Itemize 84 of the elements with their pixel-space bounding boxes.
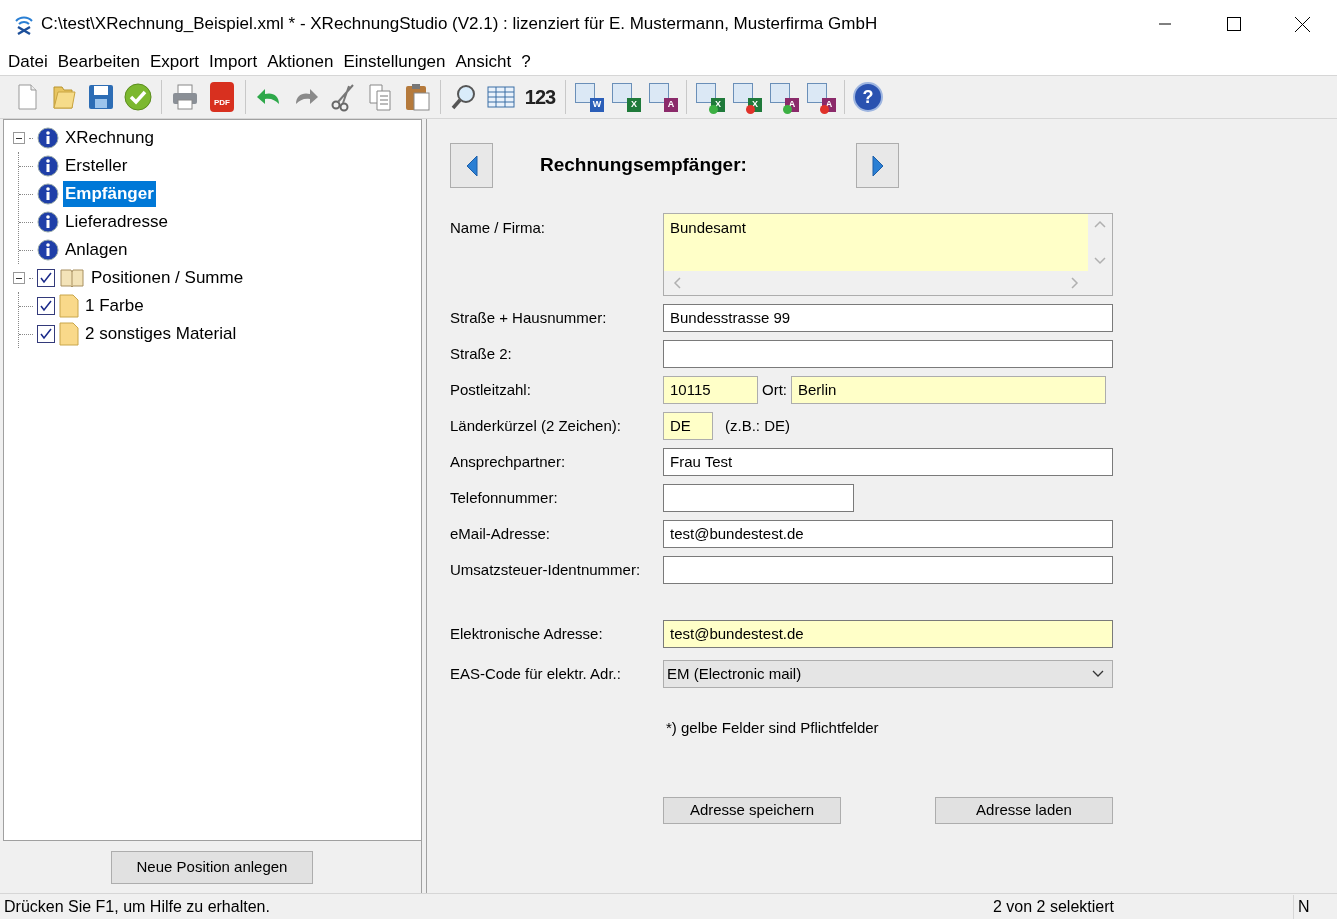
collapse-toggle[interactable]	[13, 272, 25, 284]
menu-item[interactable]: ?	[516, 48, 536, 75]
scroll-up-icon[interactable]	[1094, 220, 1106, 228]
address-button[interactable]: Adresse speichern	[663, 797, 841, 824]
status-message: Drücken Sie F1, um Hilfe zu erhalten.	[3, 896, 271, 917]
field-label: Länderkürzel (2 Zeichen):	[450, 415, 622, 436]
field-label: Umsatzsteuer-Identnummer:	[450, 559, 642, 580]
tree-item[interactable]: 2 sonstiges Material	[83, 321, 239, 347]
minimize-icon	[1158, 23, 1171, 25]
menu-item[interactable]: Bearbeiten	[52, 48, 145, 75]
note-text: *) gelbe Felder sind Pflichtfelder	[666, 719, 879, 736]
help-button[interactable]: ?	[853, 82, 883, 112]
info-icon	[37, 155, 59, 177]
selection-count: 2 von 2 selektiert	[993, 896, 1115, 917]
badge-label: W	[590, 98, 604, 112]
document-icon	[59, 294, 79, 318]
status-indicator: N	[1293, 894, 1337, 919]
address-button[interactable]: Adresse laden	[935, 797, 1113, 824]
export-button[interactable]: A	[646, 80, 680, 114]
triangle-left-icon	[464, 153, 479, 178]
checkbox[interactable]	[37, 325, 55, 343]
export-button[interactable]: W	[572, 80, 606, 114]
scroll-right-icon[interactable]	[1071, 277, 1079, 289]
form-title: Rechnungsempfänger:	[540, 153, 748, 178]
multiline-field[interactable]: Bundesamt	[663, 213, 1113, 296]
window-title: C:\test\XRechnung_Beispiel.xml * - XRechnungStudio (V2.1) : lizenziert für E. Mustermann, Musterfirma GmbH	[41, 13, 879, 36]
field-label: Straße 2:	[450, 343, 513, 364]
numbers-button[interactable]: 123	[521, 80, 559, 114]
book-icon	[59, 267, 85, 289]
menu-item[interactable]: Import	[204, 48, 263, 75]
menu-item[interactable]: Datei	[3, 48, 53, 75]
tree-item[interactable]: XRechnung	[63, 125, 156, 151]
text-field[interactable]	[663, 556, 1113, 584]
info-icon	[37, 127, 59, 149]
checkbox[interactable]	[37, 269, 55, 287]
check-icon[interactable]	[121, 80, 155, 114]
tree-item[interactable]: Ersteller	[63, 153, 130, 179]
text-field[interactable]	[663, 484, 854, 512]
scroll-left-icon[interactable]	[673, 277, 681, 289]
tree-item[interactable]: 1 Farbe	[83, 293, 146, 319]
field-label: Straße + Hausnummer:	[450, 307, 608, 328]
text-field[interactable]: 10115	[663, 376, 758, 404]
text-field[interactable]: Frau Test	[663, 448, 1113, 476]
checkbox[interactable]	[37, 297, 55, 315]
maximize-icon	[1226, 17, 1241, 31]
text-field[interactable]	[663, 340, 1113, 368]
text-field[interactable]: test@bundestest.de	[663, 620, 1113, 648]
scroll-down-icon[interactable]	[1094, 257, 1106, 265]
triangle-right-icon	[870, 153, 885, 178]
text-field[interactable]: Bundesstrasse 99	[663, 304, 1113, 332]
text-field[interactable]: DE	[663, 412, 713, 440]
tree-item[interactable]: Lieferadresse	[63, 209, 170, 235]
dropdown[interactable]: EM (Electronic mail)	[663, 660, 1113, 688]
chevron-down-icon	[1092, 670, 1104, 678]
tree-item[interactable]: Anlagen	[63, 237, 130, 263]
field-label: Ansprechpartner:	[450, 451, 567, 472]
new-position-button[interactable]: Neue Position anlegen	[111, 850, 313, 884]
collapse-toggle[interactable]	[13, 132, 25, 144]
field-label: Ort:	[762, 379, 787, 400]
text-field[interactable]: Berlin	[791, 376, 1106, 404]
tree-item[interactable]: Empfänger	[63, 181, 156, 207]
document-icon	[59, 322, 79, 346]
info-icon	[37, 239, 59, 261]
previous-button[interactable]	[450, 143, 493, 188]
field-label: eMail-Adresse:	[450, 523, 552, 544]
text-field[interactable]: test@bundestest.de	[663, 520, 1113, 548]
field-label: Name / Firma:	[450, 218, 546, 238]
field-label: EAS-Code für elektr. Adr.:	[450, 663, 622, 684]
tree-item[interactable]: Positionen / Summe	[89, 265, 246, 291]
field-label: Postleitzahl:	[450, 379, 532, 400]
info-icon	[37, 211, 59, 233]
badge-label: A	[664, 98, 678, 112]
export-button[interactable]: X	[609, 80, 643, 114]
menu-item[interactable]: Export	[144, 48, 205, 75]
badge-label: X	[627, 98, 641, 112]
menu-item[interactable]: Aktionen	[262, 48, 339, 75]
menu-item[interactable]: Einstellungen	[338, 48, 451, 75]
menu-item[interactable]: Ansicht	[450, 48, 517, 75]
info-icon	[37, 183, 59, 205]
next-button[interactable]	[856, 143, 899, 188]
field-label: Elektronische Adresse:	[450, 623, 604, 644]
field-label: Telefonnummer:	[450, 487, 559, 508]
hint-text: (z.B.: DE)	[725, 415, 790, 436]
close-icon	[1295, 16, 1310, 32]
